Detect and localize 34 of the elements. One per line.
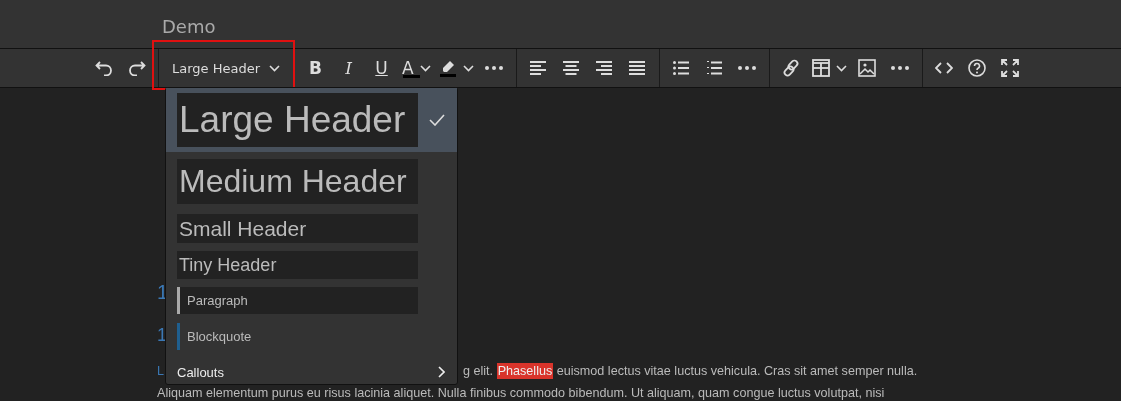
redo-icon (127, 60, 146, 76)
align-left-icon (530, 61, 547, 75)
heading: 1 (157, 326, 164, 344)
menu-item[interactable]: Blockquote (166, 318, 457, 354)
align-center-icon (563, 61, 580, 75)
table-icon (811, 59, 830, 77)
fullscreen-icon (1001, 59, 1020, 77)
italic-button[interactable]: I (332, 52, 366, 84)
more-icon (485, 66, 504, 70)
justify-icon (629, 61, 646, 75)
underline-button[interactable]: U (365, 52, 399, 84)
bulleted-list-icon (673, 61, 690, 75)
numbered-list-icon (706, 61, 723, 75)
highlighter-icon (438, 59, 457, 77)
format-dropdown[interactable]: Large Header (164, 52, 289, 84)
undo-icon (94, 60, 113, 76)
paragraph-text: Aliquam elementum purus eu risus lacinia aliquet. Nulla finibus commodo bibendum. Ut aliquam, quam congue luctus volutpat, nisi (157, 385, 885, 401)
menu-item[interactable]: Large Header (166, 88, 457, 152)
help-icon (968, 59, 987, 77)
code-icon (935, 62, 954, 74)
bold-button[interactable]: B (299, 52, 333, 84)
text-color-button[interactable]: A (398, 52, 435, 84)
document-title: Demo (162, 14, 216, 37)
link-icon (782, 59, 801, 77)
paragraph-text: g elit. Phasellus euismod lectus vitae luctus vehicula. Cras sit amet semper nulla. (463, 362, 918, 381)
more-icon (891, 66, 910, 70)
align-right-icon (596, 61, 613, 75)
image-icon (858, 59, 877, 77)
color-bar (403, 75, 421, 78)
heading: 1 (157, 282, 164, 302)
checkmark-icon (429, 114, 445, 126)
highlighted-word: Phasellus (496, 363, 554, 379)
chevron-right-icon (438, 366, 445, 378)
more-icon (738, 66, 757, 70)
